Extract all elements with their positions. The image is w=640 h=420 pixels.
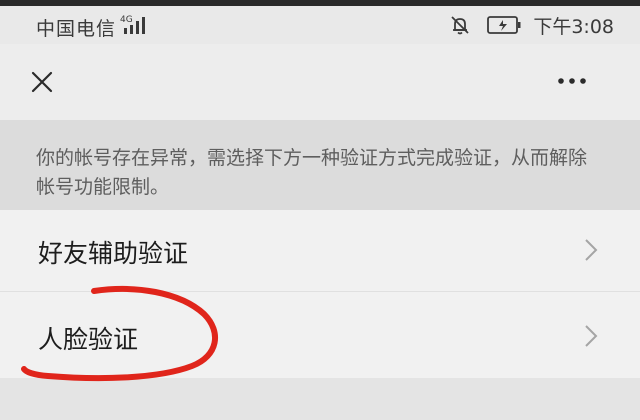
chevron-right-icon [585,325,598,347]
option-face-verification[interactable]: 人脸验证 [0,292,640,378]
option-label: 好友辅助验证 [38,239,189,268]
network-type: 4G [120,15,133,25]
close-button[interactable] [22,62,62,102]
status-bar: 中国电信 4G 下午3:08 [0,6,640,44]
empty-area [0,378,640,420]
carrier-name: 中国电信 [36,18,117,40]
more-icon [558,78,586,84]
battery-icon [487,16,521,34]
notice-banner: 你的帐号存在异常，需选择下方一种验证方式完成验证，从而解除帐号功能限制。 [0,120,640,210]
option-friend-verification[interactable]: 好友辅助验证 [0,210,640,292]
option-label: 人脸验证 [38,325,139,354]
chevron-right-icon [585,239,598,261]
title-bar [0,44,640,120]
close-icon [31,71,53,93]
notice-text: 你的帐号存在异常，需选择下方一种验证方式完成验证，从而解除帐号功能限制。 [36,147,588,198]
bell-mute-icon [451,16,469,35]
more-button[interactable] [550,69,594,93]
status-right: 下午3:08 [449,12,614,38]
signal-icon: 4G [120,15,145,34]
screen: 中国电信 4G 下午3:08 你的帐号存在异常，需选择下方一种验证方式完成验证，… [0,0,640,420]
status-time: 下午3:08 [533,15,614,38]
